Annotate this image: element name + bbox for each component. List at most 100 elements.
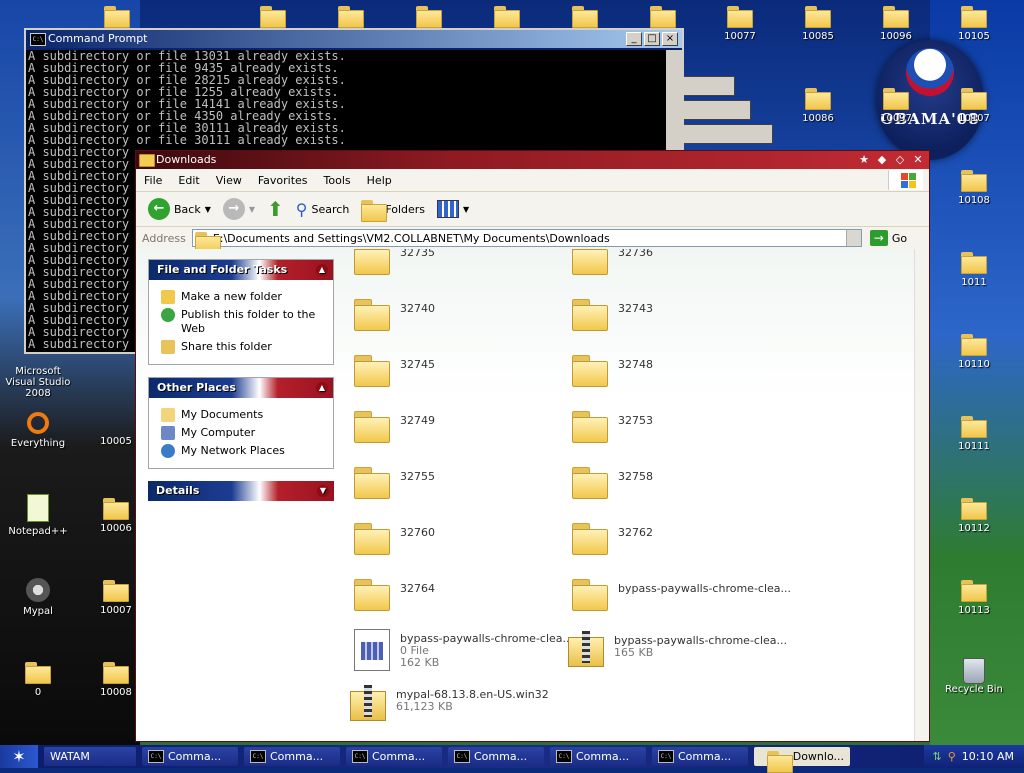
panel-header[interactable]: Other Places ▲ (149, 378, 333, 398)
folder-icon (883, 88, 909, 110)
list-item[interactable]: 32764 (354, 579, 435, 611)
desktop-icon-recycle-bin[interactable]: Recycle Bin (937, 658, 1011, 695)
desktop-icon-10110[interactable]: 10110 (937, 334, 1011, 370)
close-button[interactable]: × (662, 32, 678, 46)
publish-folder-link[interactable]: Publish this folder to the Web (161, 308, 323, 336)
maximize-button[interactable]: □ (644, 32, 660, 46)
make-new-folder-link[interactable]: Make a new folder (161, 290, 323, 304)
desktop-icon-10111[interactable]: 10111 (937, 416, 1011, 452)
taskbar-button-cmd[interactable]: C:\ Comma... (652, 747, 748, 766)
my-computer-link[interactable]: My Computer (161, 426, 323, 440)
desktop-icon-10112[interactable]: 10112 (937, 498, 1011, 534)
taskbar-button-downloads[interactable]: Downlo... (754, 747, 850, 773)
start-button[interactable]: ✶ (0, 745, 38, 768)
panel-header[interactable]: Details ▼ (148, 481, 334, 501)
content-scrollbar[interactable] (914, 249, 929, 741)
folder-content: File and Folder Tasks ▲ Make a new folde… (136, 249, 917, 741)
back-button[interactable]: ← Back ▼ (144, 196, 215, 222)
desktop-icon-everything[interactable]: Everything (1, 412, 75, 449)
taskbar-button-cmd[interactable]: C:\ Comma... (550, 747, 646, 766)
taskbar-button-cmd[interactable]: C:\ Comma... (346, 747, 442, 766)
list-item[interactable]: 32762 (572, 523, 653, 555)
forward-button[interactable]: → ▼ (219, 196, 259, 222)
menu-tools[interactable]: Tools (316, 174, 359, 187)
desktop-icon-10105[interactable]: 10105 (937, 6, 1011, 42)
taskbar-button-cmd[interactable]: C:\ Comma... (448, 747, 544, 766)
panel-header[interactable]: File and Folder Tasks ▲ (149, 260, 333, 280)
search-button[interactable]: ⚲ Search (292, 198, 354, 221)
explorer-title-bar[interactable]: Downloads ★ ◆ ◇ ✕ (136, 151, 929, 169)
background-window[interactable] (683, 124, 773, 144)
desktop-icon-1011[interactable]: 1011 (937, 252, 1011, 288)
list-item[interactable]: 32748 (572, 355, 653, 387)
list-item[interactable]: bypass-paywalls-chrome-clea... 165 KB (568, 631, 787, 667)
desktop-icon-10097[interactable]: 10097 (859, 88, 933, 124)
background-window[interactable] (683, 100, 751, 120)
up-folder-button[interactable]: ⬆ (263, 195, 288, 223)
minimize-button[interactable]: _ (626, 32, 642, 46)
desktop-icon-10077[interactable]: 10077 (703, 6, 777, 42)
taskbar-button-watam[interactable]: WATAM (44, 747, 136, 766)
star-icon: ✶ (12, 747, 26, 766)
folder-icon (572, 6, 598, 28)
desktop-icon-10113[interactable]: 10113 (937, 580, 1011, 616)
collapse-icon[interactable]: ▲ (316, 264, 328, 276)
desktop-icon-mypal[interactable]: Mypal (1, 578, 75, 617)
address-input[interactable]: E:\Documents and Settings\VM2.COLLABNET\… (191, 229, 862, 254)
share-folder-link[interactable]: Share this folder (161, 340, 323, 354)
desktop-icon-10085[interactable]: 10085 (781, 6, 855, 42)
desktop-icon-notepad-plus-plus[interactable]: Notepad++ (1, 494, 75, 537)
list-item[interactable]: 32735 (354, 249, 435, 275)
folder-icon (572, 299, 608, 331)
list-item[interactable]: 32745 (354, 355, 435, 387)
menu-edit[interactable]: Edit (170, 174, 207, 187)
collapse-icon[interactable]: ▲ (316, 382, 328, 394)
list-item[interactable]: 32753 (572, 411, 653, 443)
my-documents-link[interactable]: My Documents (161, 408, 323, 422)
desktop-icon-visual-studio[interactable]: Microsoft Visual Studio 2008 (0, 366, 76, 399)
folder-icon (961, 170, 987, 192)
address-dropdown-button[interactable] (845, 230, 861, 246)
folder-icon (25, 662, 51, 684)
list-item[interactable]: 32749 (354, 411, 435, 443)
list-item[interactable]: bypass-paywalls-chrome-clea... (572, 579, 791, 611)
folder-icon (961, 498, 987, 520)
list-item[interactable]: 32760 (354, 523, 435, 555)
taskbar-button-cmd[interactable]: C:\ Comma... (244, 747, 340, 766)
desktop-icon-10107[interactable]: 10107 (937, 88, 1011, 124)
list-item[interactable]: bypass-paywalls-chrome-clea... 0 File 162 … (354, 629, 573, 671)
desktop-icon-10096[interactable]: 10096 (859, 6, 933, 42)
cmd-icon: C:\ (30, 33, 46, 46)
desktop-icon-10086[interactable]: 10086 (781, 88, 855, 124)
list-item[interactable]: 32736 (572, 249, 653, 275)
go-button[interactable]: → Go (862, 230, 907, 246)
cmd-title-bar[interactable]: C:\ Command Prompt _ □ × (26, 30, 682, 48)
desktop-icon-0[interactable]: 0 (1, 662, 75, 698)
list-item[interactable]: 32755 (354, 467, 435, 499)
search-icon[interactable]: ⚲ (948, 750, 956, 763)
menu-help[interactable]: Help (359, 174, 400, 187)
background-window[interactable] (683, 76, 735, 96)
taskbar-button-cmd[interactable]: C:\ Comma... (142, 747, 238, 766)
folders-button[interactable]: Folders (357, 198, 429, 222)
list-item[interactable]: 32740 (354, 299, 435, 331)
folder-icon (338, 6, 364, 28)
system-tray: ⇅ ⚲ 10:10 AM (924, 745, 1024, 768)
menu-view[interactable]: View (208, 174, 250, 187)
views-button[interactable]: ▼ (433, 198, 473, 220)
minimize-button[interactable]: ◆ (875, 153, 889, 167)
maximize-button[interactable]: ◇ (893, 153, 907, 167)
list-item[interactable]: 32743 (572, 299, 653, 331)
explorer-window[interactable]: Downloads ★ ◆ ◇ ✕ File Edit View Favorit… (135, 150, 930, 742)
my-network-places-link[interactable]: My Network Places (161, 444, 323, 458)
go-arrow-icon: → (869, 230, 888, 246)
list-item[interactable]: 32758 (572, 467, 653, 499)
menu-file[interactable]: File (136, 174, 170, 187)
close-button[interactable]: ✕ (911, 153, 925, 167)
network-icon[interactable]: ⇅ (933, 750, 942, 763)
expand-icon[interactable]: ▼ (317, 485, 329, 497)
list-item[interactable]: mypal-68.13.8.en-US.win32 61,123 KB (350, 685, 549, 721)
menu-favorites[interactable]: Favorites (250, 174, 316, 187)
desktop-icon-10108[interactable]: 10108 (937, 170, 1011, 206)
clock[interactable]: 10:10 AM (962, 750, 1014, 763)
